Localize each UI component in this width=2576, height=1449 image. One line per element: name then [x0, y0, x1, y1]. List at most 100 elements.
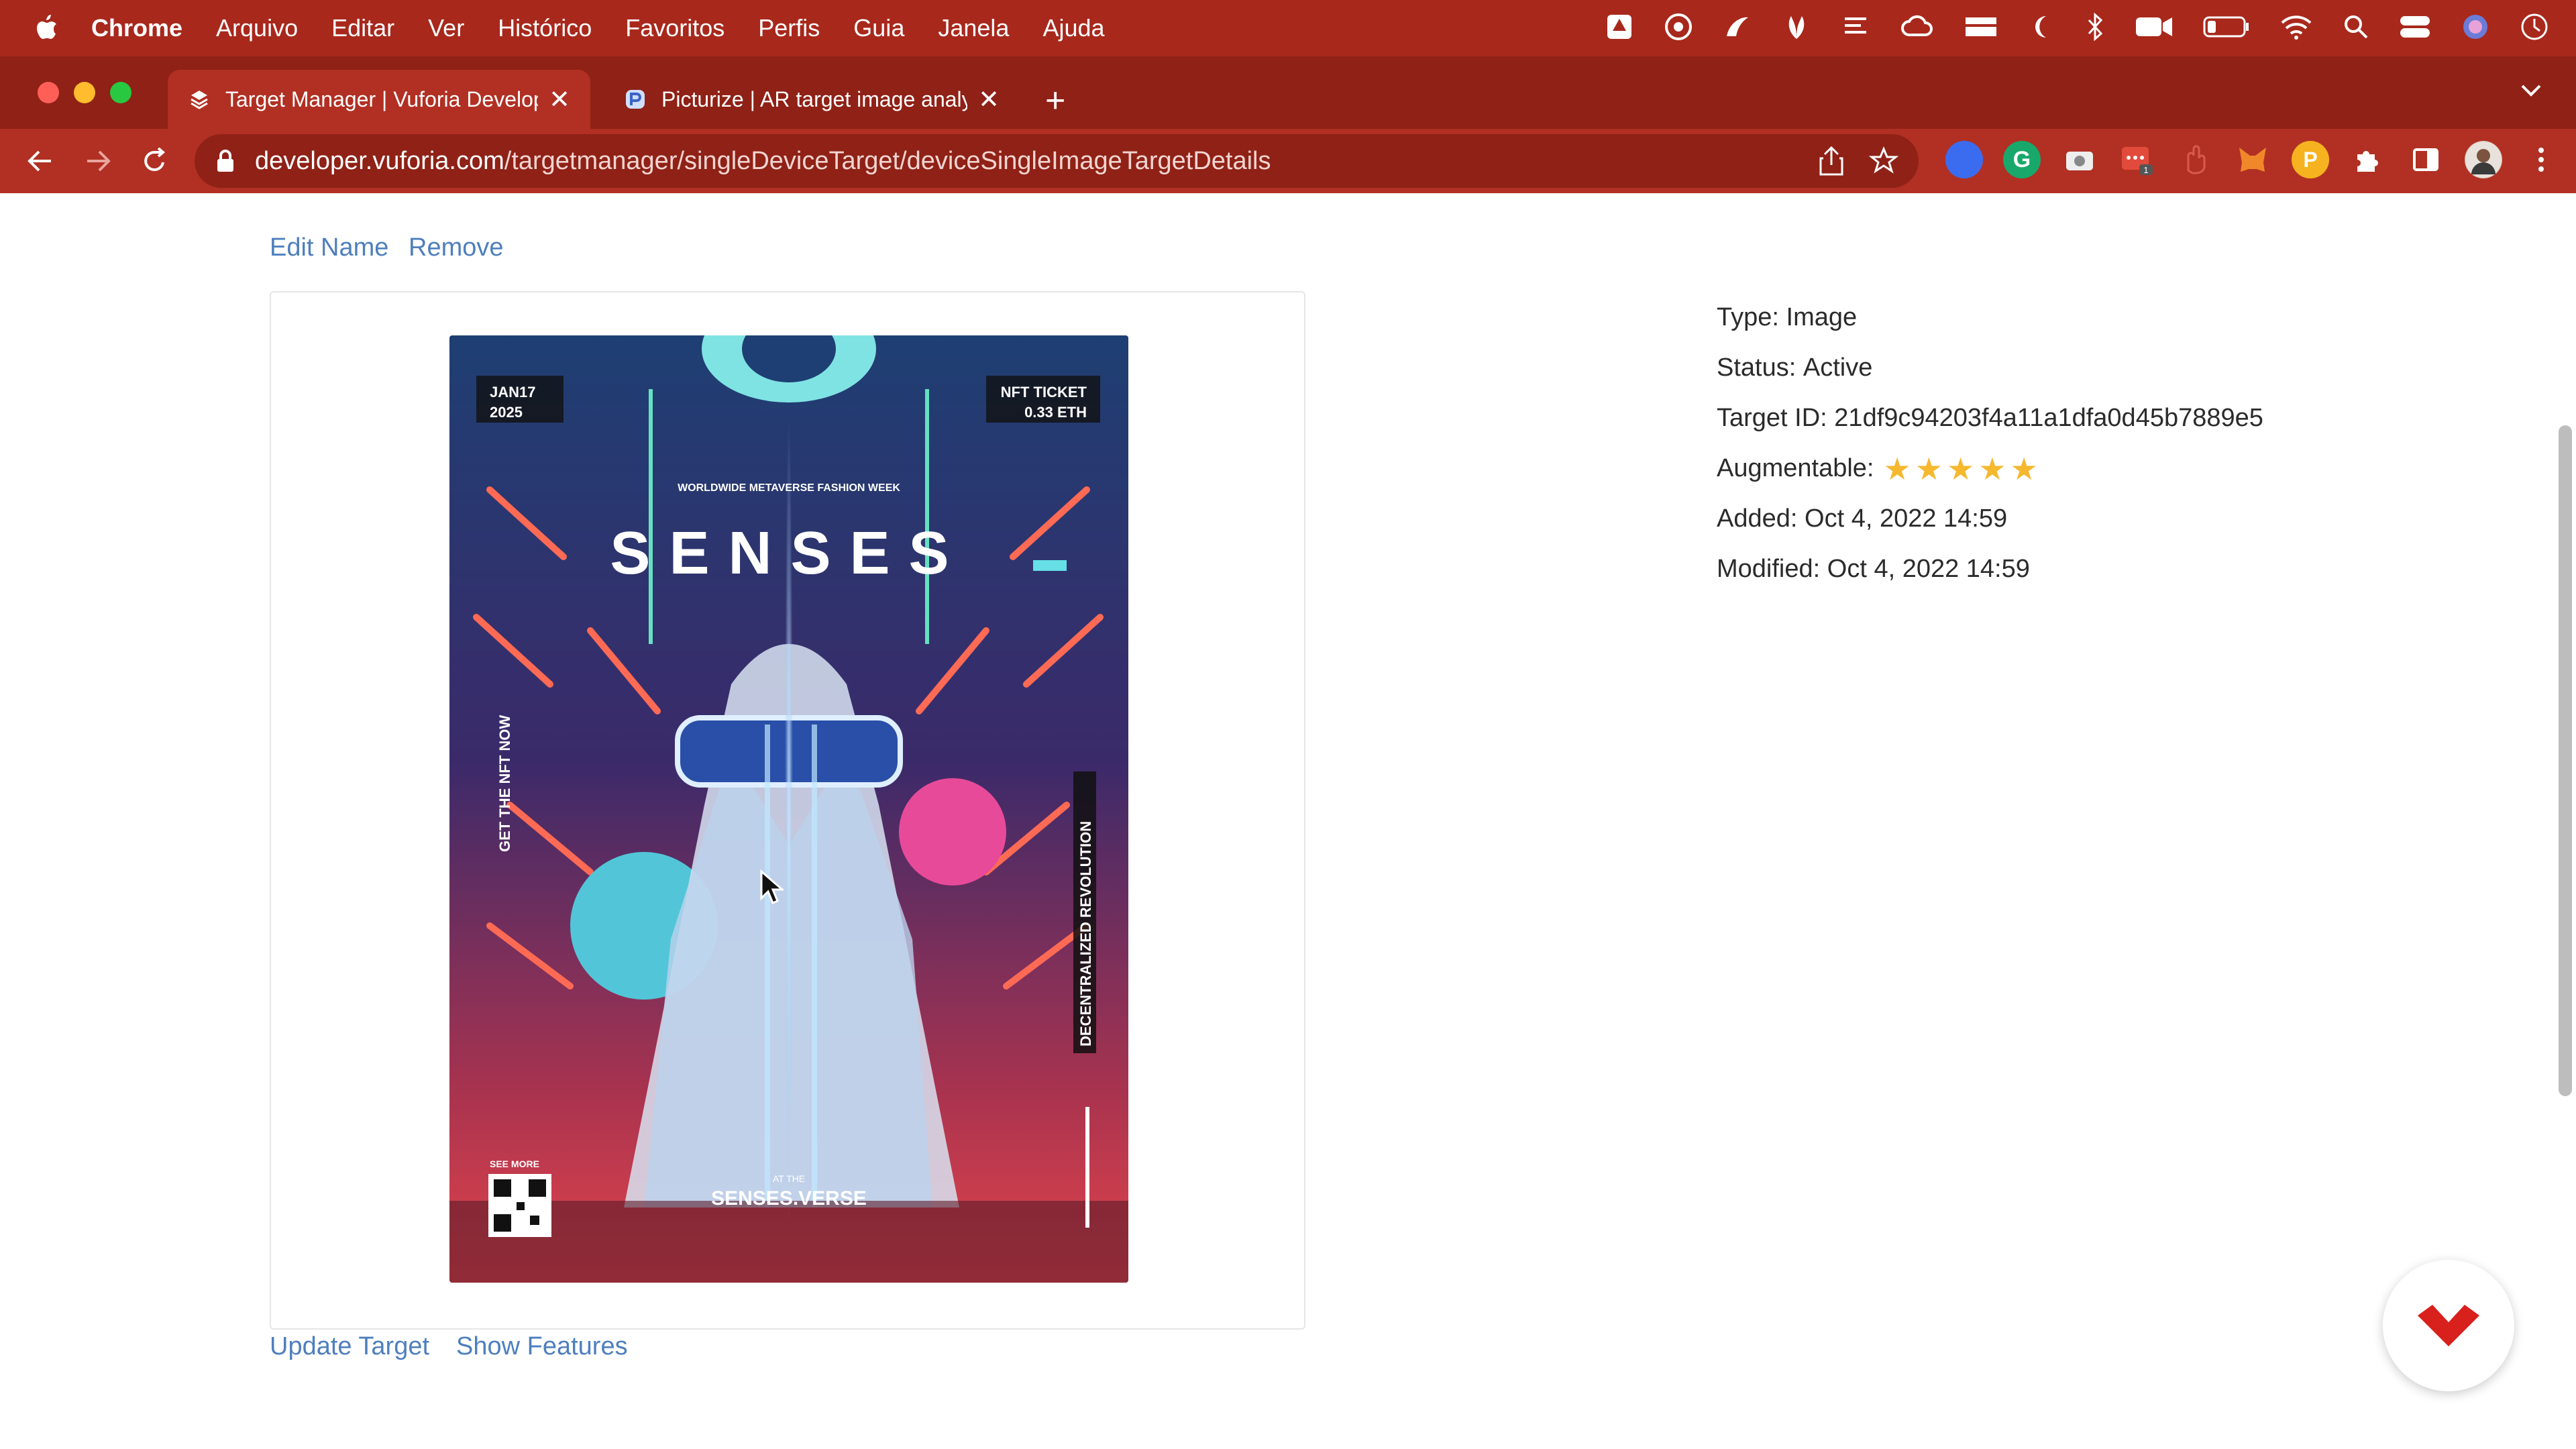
star-icon: ★	[1915, 451, 1943, 486]
browser-toolbar: developer.vuforia.com/targetmanager/sing…	[0, 129, 2576, 193]
poster-footer: SENSES.VERSE	[711, 1187, 867, 1210]
menu-ajuda[interactable]: Ajuda	[1042, 14, 1104, 42]
clock-icon[interactable]	[2520, 12, 2549, 45]
extension-p-icon[interactable]: P	[2292, 141, 2329, 178]
svg-text:1: 1	[2143, 165, 2148, 175]
close-tab-icon[interactable]: ✕	[549, 85, 570, 115]
poster-title: SENSES	[610, 520, 967, 587]
apple-icon[interactable]	[35, 15, 58, 42]
picturize-favicon-icon	[626, 90, 645, 109]
target-id-value: 21df9c94203f4a11a1dfa0d45b7889e5	[1834, 404, 2263, 432]
creative-cloud-icon[interactable]	[1900, 12, 1933, 45]
share-icon[interactable]	[1818, 146, 1845, 182]
edit-name-link[interactable]: Edit Name	[270, 233, 388, 262]
tab-search-chevron-icon[interactable]	[2520, 83, 2542, 101]
grammarly-icon[interactable]: G	[2003, 141, 2041, 178]
menu-ver[interactable]: Ver	[428, 14, 464, 42]
target-image-panel: JAN17 2025 NFT TICKET 0.33 ETH WORLDWIDE…	[270, 291, 1305, 1330]
bookmark-star-icon[interactable]	[1868, 146, 1899, 182]
tab-target-manager[interactable]: Target Manager | Vuforia Developer Porta…	[168, 70, 590, 129]
detail-target-id: Target ID: 21df9c94203f4a11a1dfa0d45b788…	[1717, 404, 2263, 432]
extension-badge-icon[interactable]: 1	[2118, 141, 2156, 178]
macos-menu-bar: Chrome Arquivo Editar Ver Histórico Favo…	[0, 0, 2576, 56]
minimize-window-button[interactable]	[74, 82, 95, 103]
new-tab-button[interactable]: +	[1045, 80, 1065, 121]
close-window-button[interactable]	[38, 82, 59, 103]
forward-arrow-icon[interactable]	[80, 144, 115, 178]
vuforia-chat-button[interactable]	[2383, 1260, 2514, 1391]
poster-see-more: SEE MORE	[490, 1159, 539, 1169]
type-value: Image	[1786, 303, 1858, 331]
drive-icon[interactable]	[1605, 12, 1634, 45]
bluetooth-icon[interactable]	[2085, 12, 2105, 45]
menu-app-name[interactable]: Chrome	[91, 14, 182, 42]
apps-icon[interactable]	[1963, 12, 1999, 45]
screenshot-camera-icon[interactable]	[2061, 141, 2098, 178]
vuforia-favicon-icon	[191, 91, 208, 109]
star-icon: ★	[1883, 451, 1911, 486]
target-image-poster: JAN17 2025 NFT TICKET 0.33 ETH WORLDWIDE…	[449, 335, 1128, 1283]
close-tab-icon[interactable]: ✕	[978, 85, 1000, 115]
poster-at-the: AT THE	[773, 1173, 805, 1184]
tab-strip: Target Manager | Vuforia Developer Porta…	[0, 56, 2576, 129]
extension-globe-icon[interactable]	[1945, 141, 1983, 178]
menu-perfis[interactable]: Perfis	[758, 14, 820, 42]
siri-icon[interactable]	[2461, 12, 2490, 45]
menu-favoritos[interactable]: Favoritos	[625, 14, 724, 42]
menu-guia[interactable]: Guia	[853, 14, 904, 42]
show-features-link[interactable]: Show Features	[456, 1332, 628, 1361]
metamask-fox-icon[interactable]	[2234, 141, 2271, 178]
poster-side-left: GET THE NFT NOW	[496, 715, 513, 852]
mouse-cursor-icon	[760, 869, 784, 904]
wifi-icon[interactable]	[2279, 13, 2313, 44]
detail-augmentable: Augmentable: ★ ★ ★ ★ ★	[1717, 451, 2038, 487]
lock-icon[interactable]	[216, 149, 235, 180]
url-host: developer.vuforia.com	[255, 146, 504, 175]
menu-status-area	[1605, 0, 2549, 56]
search-icon[interactable]	[2343, 13, 2369, 44]
poster-subtitle: WORLDWIDE METAVERSE FASHION WEEK	[678, 482, 900, 494]
vuforia-logo-icon	[2418, 1305, 2479, 1346]
target-details: Type: Image Status: Active Target ID: 21…	[1717, 292, 2263, 594]
poster-ticket-price: 0.33 ETH	[1024, 404, 1087, 421]
page-content: Edit Name Remove JAN17 2025 NFT TICKET 0…	[0, 193, 2576, 1449]
menu-arquivo[interactable]: Arquivo	[216, 14, 298, 42]
tab-picturize[interactable]: Picturize | AR target image analyzer ✕	[604, 70, 1020, 129]
extensions-puzzle-icon[interactable]	[2349, 141, 2387, 178]
modified-value: Oct 4, 2022 14:59	[1827, 555, 2030, 583]
detail-type: Type: Image	[1717, 303, 1858, 331]
tab-title: Target Manager | Vuforia Developer Porta…	[225, 87, 538, 111]
remove-link[interactable]: Remove	[409, 233, 504, 262]
menu-historico[interactable]: Histórico	[498, 14, 592, 42]
screenflow-icon[interactable]	[1723, 12, 1752, 45]
address-bar[interactable]: developer.vuforia.com/targetmanager/sing…	[195, 134, 1919, 188]
privacy-hand-icon[interactable]	[2176, 141, 2214, 178]
poster-year: 2025	[490, 404, 523, 421]
camera-icon[interactable]	[2135, 13, 2174, 44]
zoom-window-button[interactable]	[110, 82, 131, 103]
tasks-icon[interactable]	[1841, 12, 1870, 45]
battery-icon[interactable]	[2203, 15, 2250, 42]
star-icon: ★	[1947, 451, 1975, 486]
moon-icon[interactable]	[2029, 13, 2055, 44]
side-panel-icon[interactable]	[2407, 141, 2445, 178]
url-path: /targetmanager/singleDeviceTarget/device…	[504, 146, 1271, 175]
status-value: Active	[1803, 354, 1873, 382]
detail-added: Added: Oct 4, 2022 14:59	[1717, 504, 2008, 533]
augmentable-rating: ★ ★ ★ ★ ★	[1884, 451, 2038, 487]
chrome-remote-icon[interactable]	[1664, 12, 1693, 45]
back-arrow-icon[interactable]	[23, 144, 58, 178]
profile-avatar[interactable]	[2465, 141, 2502, 178]
poster-date-top: JAN17	[490, 384, 535, 400]
chrome-menu-icon[interactable]	[2522, 141, 2560, 178]
page-scrollbar[interactable]	[2559, 425, 2572, 1096]
update-target-link[interactable]: Update Target	[270, 1332, 429, 1361]
reload-icon[interactable]	[137, 144, 172, 178]
menu-janela[interactable]: Janela	[938, 14, 1009, 42]
detail-status: Status: Active	[1717, 354, 1873, 382]
menu-editar[interactable]: Editar	[331, 14, 394, 42]
star-icon: ★	[2010, 451, 2038, 486]
poster-side-right: DECENTRALIZED REVOLUTION	[1077, 821, 1094, 1046]
control-center-icon[interactable]	[2399, 13, 2431, 44]
leaf-icon[interactable]	[1782, 12, 1811, 45]
